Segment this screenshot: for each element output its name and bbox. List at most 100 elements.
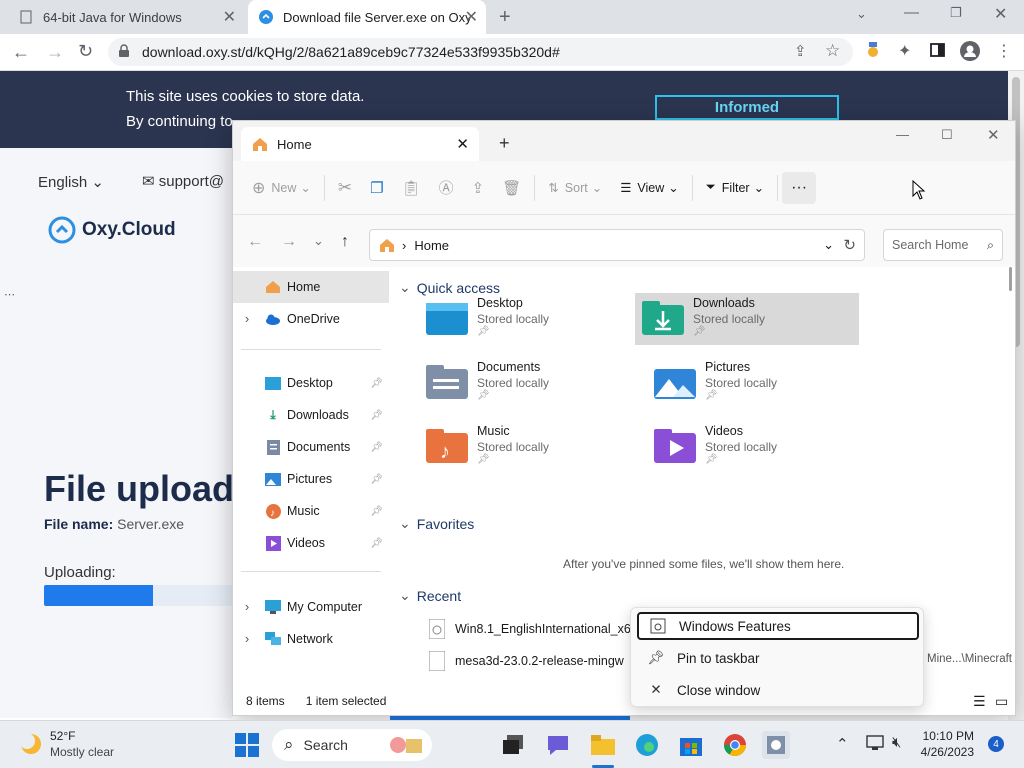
filter-button[interactable]: ⏷ Filter ⌄	[697, 172, 773, 204]
taskbar-search-box[interactable]: ⌕ Search	[272, 729, 432, 761]
new-tab-icon[interactable]: +	[499, 133, 510, 154]
see-more-button[interactable]: ···	[782, 171, 817, 204]
weather-temp[interactable]: 52°F	[50, 729, 75, 743]
chevron-down-icon[interactable]: ⌄	[823, 237, 834, 253]
menu-item-close-window[interactable]: ✕ Close window	[637, 676, 919, 704]
explorer-search-input[interactable]: Search Home ⌕	[883, 229, 1003, 261]
paste-icon[interactable]: 📋︎	[393, 172, 430, 204]
language-label: English	[38, 174, 88, 191]
nav-item-pictures[interactable]: Pictures 📌︎	[233, 463, 389, 495]
minimize-icon[interactable]: —	[896, 127, 909, 142]
close-window-icon[interactable]: ✕	[987, 126, 1000, 144]
extension-medal-icon[interactable]	[866, 42, 880, 58]
nav-item-documents[interactable]: Documents 📌︎	[233, 431, 389, 463]
windows-start-icon[interactable]	[233, 731, 261, 759]
nav-item-videos[interactable]: Videos 📌︎	[233, 527, 389, 559]
support-link[interactable]: ✉ support@	[142, 172, 224, 190]
forward-icon[interactable]: →	[46, 42, 64, 63]
close-window-icon[interactable]: ✕	[994, 4, 1007, 24]
edge-browser-icon[interactable]	[633, 731, 661, 759]
new-button[interactable]: ⊕ New ⌄	[243, 172, 320, 204]
microsoft-store-icon[interactable]	[677, 731, 705, 759]
recent-file-row[interactable]: Win8.1_EnglishInternational_x64	[429, 619, 638, 639]
nav-item-mycomputer[interactable]: › My Computer	[233, 591, 389, 623]
lock-icon[interactable]	[118, 44, 130, 58]
chevron-right-icon[interactable]: ›	[245, 600, 249, 614]
minimize-icon[interactable]: —	[904, 4, 919, 21]
recent-file-row[interactable]: mesa3d-23.0.2-release-mingw	[429, 651, 624, 671]
delete-icon[interactable]: 🗑︎	[493, 172, 530, 204]
view-button[interactable]: ☰ View ⌄	[611, 172, 688, 204]
quick-access-music[interactable]: ♪ Music Stored locally 📌︎	[419, 421, 643, 473]
weather-desc[interactable]: Mostly clear	[50, 745, 114, 759]
explorer-tab-home[interactable]: Home ✕	[241, 127, 479, 161]
close-tab-icon[interactable]: ✕	[456, 135, 469, 153]
chevron-right-icon[interactable]: ›	[245, 632, 249, 646]
cut-icon[interactable]: ✂	[329, 172, 361, 204]
quick-access-videos[interactable]: Videos Stored locally 📌︎	[647, 421, 871, 473]
language-selector[interactable]: English ⌄	[38, 173, 104, 191]
up-arrow-icon[interactable]: ↑	[341, 233, 349, 251]
cookie-accept-button[interactable]: Informed	[655, 95, 839, 120]
forward-icon[interactable]: →	[281, 233, 297, 251]
nav-item-music[interactable]: ♪ Music 📌︎	[233, 495, 389, 527]
chrome-browser-icon[interactable]	[721, 731, 749, 759]
menu-kebab-icon[interactable]: ⋮	[996, 41, 1012, 61]
content-scrollbar[interactable]	[1006, 267, 1014, 687]
chevron-right-icon[interactable]: ›	[245, 312, 249, 326]
reload-icon[interactable]: ↻	[78, 41, 93, 62]
clock-time[interactable]: 10:10 PM	[918, 729, 974, 743]
nav-item-desktop[interactable]: Desktop 📌︎	[233, 367, 389, 399]
tab-search-icon[interactable]: ⌄	[856, 6, 867, 22]
quick-access-documents[interactable]: Documents Stored locally 📌︎	[419, 357, 643, 409]
nav-item-downloads[interactable]: ⤓ Downloads 📌︎	[233, 399, 389, 431]
section-recent[interactable]: ⌄ Recent	[399, 587, 461, 604]
file-explorer-taskbar-icon[interactable]	[589, 731, 617, 759]
side-panel-icon[interactable]	[930, 43, 945, 57]
browser-tab-java[interactable]: 64-bit Java for Windows ✕	[8, 0, 244, 34]
share-icon[interactable]: ⇪	[794, 42, 807, 60]
sort-button[interactable]: ⇅ Sort ⌄	[539, 172, 611, 204]
chat-icon[interactable]	[544, 731, 572, 759]
show-hidden-icons-icon[interactable]: ⌃	[836, 735, 849, 753]
network-status-icon[interactable]	[866, 735, 884, 754]
scrollbar-thumb[interactable]	[1008, 267, 1012, 291]
refresh-icon[interactable]: ↻	[843, 236, 856, 254]
task-view-icon[interactable]	[499, 731, 527, 759]
tiles-view-icon[interactable]: ▭	[995, 693, 1008, 710]
oxy-logo[interactable]: Oxy.Cloud	[48, 216, 176, 244]
new-tab-icon[interactable]: +	[499, 6, 511, 29]
quick-access-pictures[interactable]: Pictures Stored locally 📌︎	[647, 357, 871, 409]
menu-item-windows-features[interactable]: Windows Features	[637, 612, 919, 640]
address-bar[interactable]: download.oxy.st/d/kQHg/2/8a621a89ceb9c77…	[108, 38, 853, 66]
maximize-icon[interactable]: ☐	[941, 127, 953, 143]
clock-date[interactable]: 4/26/2023	[918, 745, 974, 759]
back-icon[interactable]: ←	[247, 233, 263, 251]
nav-item-onedrive[interactable]: › OneDrive	[233, 303, 389, 335]
back-icon[interactable]: ←	[12, 42, 30, 63]
quick-access-downloads[interactable]: Downloads Stored locally 📌︎	[635, 293, 859, 345]
section-favorites[interactable]: ⌄ Favorites	[399, 515, 474, 532]
quick-access-desktop[interactable]: Desktop Stored locally 📌︎	[419, 293, 643, 345]
nav-item-network[interactable]: › Network	[233, 623, 389, 655]
restore-icon[interactable]: ❐	[950, 5, 962, 21]
details-view-icon[interactable]: ☰	[973, 693, 986, 710]
share-icon[interactable]: ⇪	[463, 172, 494, 204]
close-tab-icon[interactable]: ✕	[465, 7, 478, 27]
control-panel-icon[interactable]	[762, 731, 790, 759]
explorer-address-bar[interactable]: › Home ⌄ ↻	[369, 229, 865, 261]
nav-item-home[interactable]: Home	[233, 271, 389, 303]
volume-muted-icon[interactable]: 🔇︎	[892, 734, 901, 751]
notification-badge[interactable]: 4	[988, 736, 1004, 752]
extensions-puzzle-icon[interactable]: ✦	[898, 41, 911, 61]
browser-tab-oxy[interactable]: Download file Server.exe on Oxy ✕	[248, 0, 486, 34]
bookmark-star-icon[interactable]: ☆	[825, 41, 840, 61]
copy-icon[interactable]: ❐	[361, 172, 392, 204]
weather-icon[interactable]	[18, 731, 44, 760]
profile-avatar-icon[interactable]	[960, 41, 980, 61]
menu-item-pin-to-taskbar[interactable]: 📌︎ Pin to taskbar	[637, 644, 919, 672]
recent-locations-icon[interactable]: ⌄	[313, 233, 324, 249]
rename-icon[interactable]: Ⓐ	[430, 172, 463, 204]
close-tab-icon[interactable]: ✕	[223, 7, 236, 27]
item-sub: Stored locally	[693, 312, 766, 326]
